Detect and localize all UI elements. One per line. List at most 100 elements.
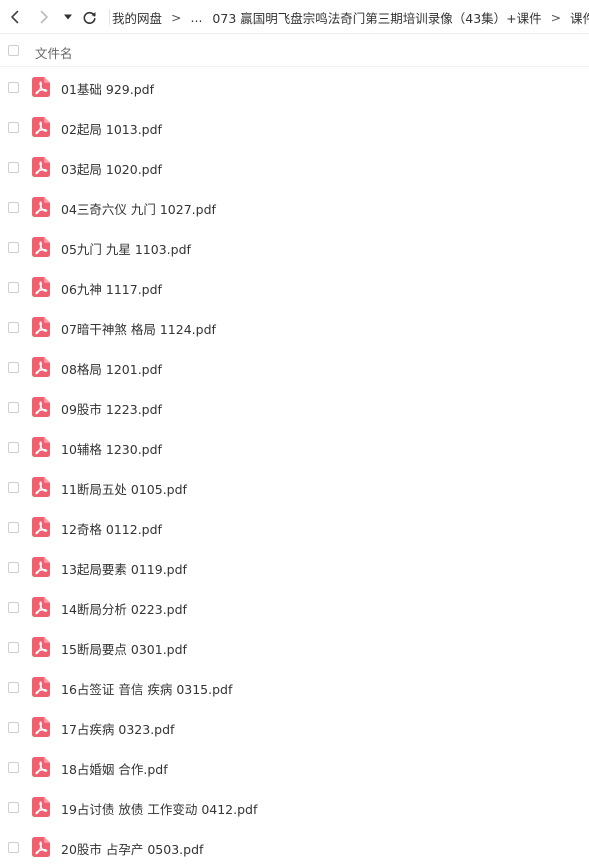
- file-checkbox[interactable]: [8, 82, 19, 93]
- pdf-file-icon: [32, 397, 50, 417]
- file-row[interactable]: 02起局 1013.pdf: [0, 107, 589, 147]
- file-row[interactable]: 20股市 占孕产 0503.pdf: [0, 827, 589, 867]
- file-checkbox[interactable]: [8, 842, 19, 853]
- pdf-file-icon: [32, 237, 50, 257]
- file-checkbox[interactable]: [8, 242, 19, 253]
- file-row[interactable]: 19占讨债 放债 工作变动 0412.pdf: [0, 787, 589, 827]
- forward-button[interactable]: [35, 6, 53, 28]
- pdf-file-icon: [32, 717, 50, 737]
- file-name[interactable]: 19占讨债 放债 工作变动 0412.pdf: [61, 799, 257, 818]
- file-checkbox[interactable]: [8, 802, 19, 813]
- file-name[interactable]: 06九神 1117.pdf: [61, 279, 162, 298]
- file-name[interactable]: 15断局要点 0301.pdf: [61, 639, 187, 658]
- file-checkbox[interactable]: [8, 482, 19, 493]
- pdf-file-icon: [32, 437, 50, 457]
- pdf-file-icon: [32, 837, 50, 857]
- file-list-header: 文件名: [0, 34, 589, 67]
- pdf-file-icon: [32, 357, 50, 377]
- file-name[interactable]: 10辅格 1230.pdf: [61, 439, 162, 458]
- file-row[interactable]: 07暗干神煞 格局 1124.pdf: [0, 307, 589, 347]
- file-name[interactable]: 09股市 1223.pdf: [61, 399, 162, 418]
- file-checkbox[interactable]: [8, 162, 19, 173]
- file-checkbox[interactable]: [8, 762, 19, 773]
- pdf-file-icon: [32, 477, 50, 497]
- file-row[interactable]: 11断局五处 0105.pdf: [0, 467, 589, 507]
- refresh-button[interactable]: [80, 6, 98, 28]
- pdf-file-icon: [32, 757, 50, 777]
- pdf-file-icon: [32, 597, 50, 617]
- file-row[interactable]: 10辅格 1230.pdf: [0, 427, 589, 467]
- breadcrumb-root[interactable]: 我的网盘: [112, 8, 162, 27]
- toolbar-divider: [109, 9, 110, 25]
- file-name[interactable]: 01基础 929.pdf: [61, 79, 154, 98]
- file-name[interactable]: 12奇格 0112.pdf: [61, 519, 162, 538]
- pdf-file-icon: [32, 517, 50, 537]
- file-row[interactable]: 15断局要点 0301.pdf: [0, 627, 589, 667]
- chevron-right-icon: [40, 10, 48, 24]
- file-checkbox[interactable]: [8, 562, 19, 573]
- breadcrumb-separator: >: [550, 9, 562, 25]
- file-name[interactable]: 02起局 1013.pdf: [61, 119, 162, 138]
- file-row[interactable]: 08格局 1201.pdf: [0, 347, 589, 387]
- pdf-file-icon: [32, 77, 50, 97]
- file-row[interactable]: 09股市 1223.pdf: [0, 387, 589, 427]
- file-row[interactable]: 16占签证 音信 疾病 0315.pdf: [0, 667, 589, 707]
- file-checkbox[interactable]: [8, 602, 19, 613]
- file-row[interactable]: 03起局 1020.pdf: [0, 147, 589, 187]
- file-name[interactable]: 20股市 占孕产 0503.pdf: [61, 839, 203, 858]
- breadcrumb-ellipsis[interactable]: ...: [191, 10, 203, 25]
- chevron-left-icon: [11, 10, 19, 24]
- file-name[interactable]: 08格局 1201.pdf: [61, 359, 162, 378]
- pdf-file-icon: [32, 157, 50, 177]
- history-dropdown-button[interactable]: [62, 6, 74, 28]
- name-column-header[interactable]: 文件名: [35, 43, 73, 62]
- file-name[interactable]: 05九门 九星 1103.pdf: [61, 239, 191, 258]
- file-row[interactable]: 01基础 929.pdf: [0, 67, 589, 107]
- file-row[interactable]: 18占婚姻 合作.pdf: [0, 747, 589, 787]
- file-name[interactable]: 07暗干神煞 格局 1124.pdf: [61, 319, 216, 338]
- file-checkbox[interactable]: [8, 362, 19, 373]
- file-row[interactable]: 13起局要素 0119.pdf: [0, 547, 589, 587]
- file-checkbox[interactable]: [8, 722, 19, 733]
- file-row[interactable]: 17占疾病 0323.pdf: [0, 707, 589, 747]
- file-name[interactable]: 17占疾病 0323.pdf: [61, 719, 174, 738]
- file-row[interactable]: 04三奇六仪 九门 1027.pdf: [0, 187, 589, 227]
- pdf-file-icon: [32, 277, 50, 297]
- file-name[interactable]: 11断局五处 0105.pdf: [61, 479, 187, 498]
- navigation-bar: 我的网盘 > ... 073 贏国明飞盘宗鸣法奇门第三期培训录像（43集）+课件…: [0, 0, 589, 34]
- file-name[interactable]: 16占签证 音信 疾病 0315.pdf: [61, 679, 232, 698]
- file-row[interactable]: 05九门 九星 1103.pdf: [0, 227, 589, 267]
- file-list: 01基础 929.pdf 02起局 1013.pdf 03起局 1020.pdf 04…: [0, 67, 589, 867]
- file-row[interactable]: 14断局分析 0223.pdf: [0, 587, 589, 627]
- file-checkbox[interactable]: [8, 322, 19, 333]
- pdf-file-icon: [32, 117, 50, 137]
- pdf-file-icon: [32, 317, 50, 337]
- refresh-icon: [83, 11, 96, 24]
- file-checkbox[interactable]: [8, 282, 19, 293]
- file-checkbox[interactable]: [8, 522, 19, 533]
- file-row[interactable]: 06九神 1117.pdf: [0, 267, 589, 307]
- back-button[interactable]: [6, 6, 24, 28]
- file-name[interactable]: 18占婚姻 合作.pdf: [61, 759, 168, 778]
- file-checkbox[interactable]: [8, 402, 19, 413]
- file-row[interactable]: 12奇格 0112.pdf: [0, 507, 589, 547]
- pdf-file-icon: [32, 557, 50, 577]
- breadcrumb-separator: >: [171, 9, 182, 25]
- file-checkbox[interactable]: [8, 642, 19, 653]
- select-all-checkbox[interactable]: [8, 45, 19, 56]
- file-checkbox[interactable]: [8, 682, 19, 693]
- file-name[interactable]: 14断局分析 0223.pdf: [61, 599, 187, 618]
- pdf-file-icon: [32, 677, 50, 697]
- file-name[interactable]: 13起局要素 0119.pdf: [61, 559, 187, 578]
- breadcrumb-folder[interactable]: 073 贏国明飞盘宗鸣法奇门第三期培训录像（43集）+课件: [212, 8, 541, 27]
- file-checkbox[interactable]: [8, 122, 19, 133]
- breadcrumb-subfolder[interactable]: 课件: [570, 8, 589, 27]
- file-checkbox[interactable]: [8, 202, 19, 213]
- breadcrumb: 我的网盘 > ... 073 贏国明飞盘宗鸣法奇门第三期培训录像（43集）+课件…: [112, 0, 589, 34]
- file-checkbox[interactable]: [8, 442, 19, 453]
- pdf-file-icon: [32, 637, 50, 657]
- pdf-file-icon: [32, 797, 50, 817]
- file-name[interactable]: 04三奇六仪 九门 1027.pdf: [61, 199, 216, 218]
- file-name[interactable]: 03起局 1020.pdf: [61, 159, 162, 178]
- caret-down-icon: [64, 14, 72, 20]
